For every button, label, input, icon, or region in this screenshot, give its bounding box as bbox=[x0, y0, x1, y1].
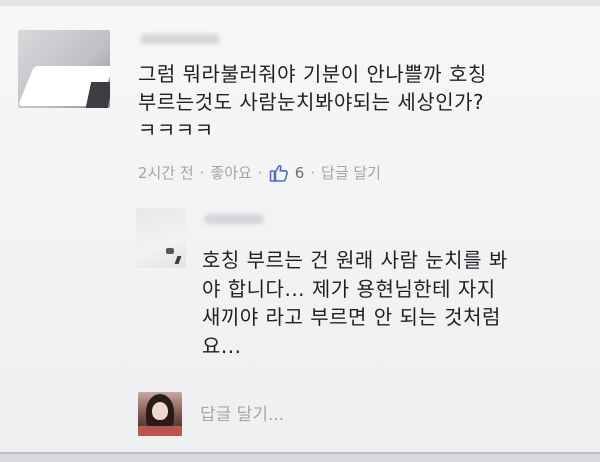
avatar-shirt bbox=[138, 426, 182, 436]
like-count[interactable]: 6 bbox=[295, 164, 305, 182]
comment-line: 부르는것도 사람눈치봐야되는 세상인가? bbox=[138, 90, 485, 114]
separator: · bbox=[199, 163, 205, 182]
comment-thread: 그럼 뭐라불러줘야 기분이 안나쁠까 호칭 부르는것도 사람눈치봐야되는 세상인… bbox=[0, 0, 600, 462]
current-user-avatar bbox=[138, 392, 182, 436]
reply-line: 야 합니다... 제가 용현님한테 자지 bbox=[202, 276, 496, 301]
reply-line: 호칭 부르는 건 원래 사람 눈치를 봐 bbox=[202, 248, 508, 272]
reply-input[interactable]: 답글 달기... bbox=[200, 400, 284, 425]
comment-line: ㅋㅋㅋㅋ bbox=[138, 118, 214, 142]
comment-body: 그럼 뭐라불러줘야 기분이 안나쁠까 호칭 부르는것도 사람눈치봐야되는 세상인… bbox=[138, 60, 487, 144]
reply-line: 새끼야 라고 부르면 안 되는 것처럼 bbox=[202, 305, 501, 329]
replier-name-redacted bbox=[204, 214, 264, 224]
like-link[interactable]: 좋아요 bbox=[211, 162, 252, 183]
top-divider bbox=[0, 0, 600, 6]
avatar-face bbox=[152, 402, 168, 420]
thumbs-up-icon[interactable] bbox=[269, 163, 289, 183]
comment-actions: 2시간 전 · 좋아요 · 6 · 답글 달기 bbox=[138, 162, 381, 183]
redaction-mark bbox=[166, 248, 174, 254]
separator: · bbox=[310, 163, 316, 182]
comment-line: 그럼 뭐라불러줘야 기분이 안나쁠까 호칭 bbox=[138, 62, 487, 86]
separator: · bbox=[257, 163, 263, 182]
reply-body: 호칭 부르는 건 원래 사람 눈치를 봐 야 합니다... 제가 용현님한테 자… bbox=[202, 246, 508, 360]
reply-link[interactable]: 답글 달기 bbox=[321, 162, 381, 183]
bottom-divider bbox=[0, 452, 600, 462]
commenter-name-redacted bbox=[140, 34, 220, 44]
comment-timestamp[interactable]: 2시간 전 bbox=[138, 162, 194, 183]
reply-line: 요... bbox=[202, 333, 242, 358]
commenter-avatar[interactable] bbox=[18, 30, 110, 108]
